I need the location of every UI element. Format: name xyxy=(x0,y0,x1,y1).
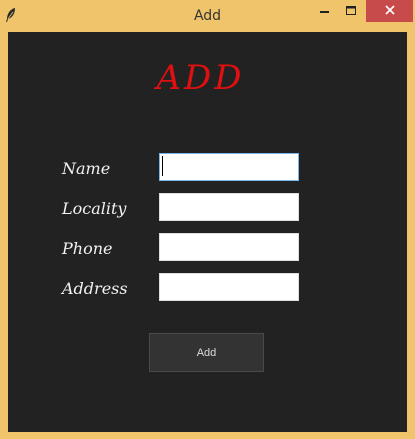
form-panel: ADD Name Locality Phone Address Add xyxy=(8,32,407,432)
maximize-icon xyxy=(345,3,357,21)
title-bar[interactable]: Add xyxy=(0,0,415,32)
locality-input[interactable] xyxy=(159,193,299,221)
close-button[interactable] xyxy=(366,0,413,22)
page-title: ADD xyxy=(156,58,245,98)
text-caret xyxy=(162,156,163,176)
add-button[interactable]: Add xyxy=(149,333,264,372)
phone-input[interactable] xyxy=(159,233,299,261)
name-label: Name xyxy=(62,159,111,178)
phone-label: Phone xyxy=(62,239,113,258)
minimize-icon xyxy=(320,3,330,21)
app-window: Add ADD Name Locality Phone Address Add xyxy=(0,0,415,439)
name-input[interactable] xyxy=(159,153,299,181)
address-label: Address xyxy=(62,279,128,298)
address-input[interactable] xyxy=(159,273,299,301)
close-icon xyxy=(384,2,395,20)
maximize-button[interactable] xyxy=(338,0,364,24)
locality-label: Locality xyxy=(62,199,127,218)
minimize-button[interactable] xyxy=(312,0,338,24)
